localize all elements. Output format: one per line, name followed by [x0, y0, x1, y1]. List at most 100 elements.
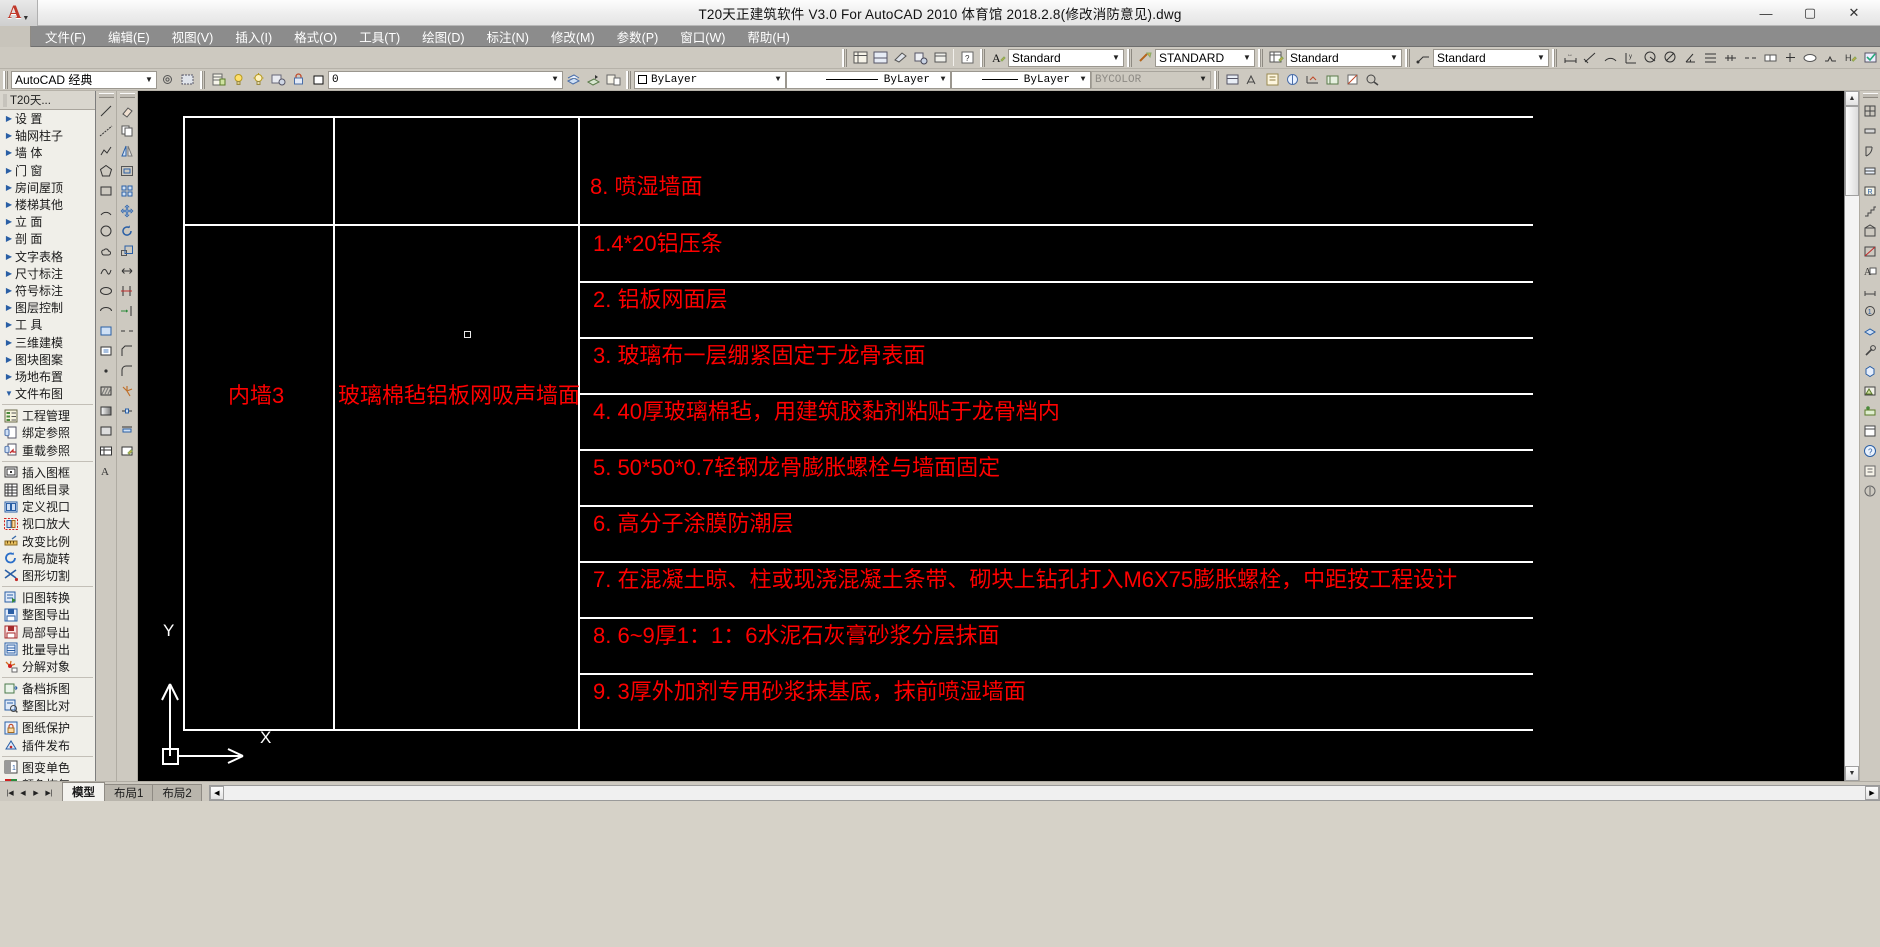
chevron-down-icon[interactable]: ▼: [1240, 50, 1254, 66]
tz-elevation-icon[interactable]: [1860, 221, 1880, 241]
dim-linear-icon[interactable]: ↔: [1560, 48, 1580, 68]
palette-tree-item-door-window[interactable]: ▶ 门 窗: [0, 162, 95, 179]
tz-section-icon[interactable]: [1860, 241, 1880, 261]
canvas-horizontal-scrollbar[interactable]: ◀ ▶: [208, 785, 1880, 801]
lineweight-combo[interactable]: ByLayer ▼: [951, 70, 1091, 89]
copy-icon[interactable]: [117, 121, 137, 141]
tz-text-table-icon[interactable]: A: [1860, 261, 1880, 281]
layer-properties-icon[interactable]: [850, 48, 870, 68]
chamfer-icon[interactable]: [117, 341, 137, 361]
polygon-icon[interactable]: [96, 161, 116, 181]
tianzheng-tool-3-icon[interactable]: [1262, 70, 1282, 90]
mleader-style-icon[interactable]: [1413, 48, 1433, 68]
scroll-up-button[interactable]: ▲: [1845, 91, 1859, 106]
layer-lock-icon[interactable]: [288, 70, 308, 90]
layer-unisolate-icon[interactable]: ?: [957, 48, 977, 68]
tianzheng-tool-5-icon[interactable]: [1302, 70, 1322, 90]
tz-dimension-icon[interactable]: [1860, 281, 1880, 301]
toolbar-grip[interactable]: [1552, 48, 1557, 67]
chevron-down-icon[interactable]: ▼: [1076, 72, 1090, 88]
tab-layout2[interactable]: 布局2: [152, 784, 202, 801]
close-button[interactable]: ✕: [1832, 1, 1876, 25]
trim-icon[interactable]: [117, 281, 137, 301]
menu-item-dimension[interactable]: 标注(N): [476, 25, 540, 48]
palette-cmd-project-manager[interactable]: 工程管理: [0, 407, 95, 424]
layer-color-swatch-icon[interactable]: [308, 70, 328, 90]
palette-cmd-export-all[interactable]: 整图导出: [0, 606, 95, 623]
maximize-button[interactable]: ▢: [1788, 1, 1832, 25]
palette-tree-item-stair-other[interactable]: ▶ 楼梯其他: [0, 196, 95, 213]
tz-layer-icon[interactable]: [1860, 321, 1880, 341]
align-icon[interactable]: [117, 421, 137, 441]
scroll-down-button[interactable]: ▼: [1845, 766, 1859, 781]
palette-cmd-restore-color[interactable]: 颜色恢复: [0, 776, 95, 781]
dim-radius-icon[interactable]: [1640, 48, 1660, 68]
palette-cmd-export-part[interactable]: 局部导出: [0, 623, 95, 640]
fillet-icon[interactable]: [117, 361, 137, 381]
linetype-combo[interactable]: ByLayer ▼: [786, 70, 951, 89]
explode-icon[interactable]: [117, 381, 137, 401]
extend-icon[interactable]: [117, 301, 137, 321]
chevron-down-icon[interactable]: ▼: [1387, 50, 1401, 66]
palette-cmd-convert-old[interactable]: 旧图转换: [0, 589, 95, 606]
tab-nav-next[interactable]: ▶: [30, 785, 42, 801]
tz-extra-2-icon[interactable]: [1860, 481, 1880, 501]
palette-cmd-zoom-viewport[interactable]: 视口放大: [0, 515, 95, 532]
tz-room-icon[interactable]: R: [1860, 181, 1880, 201]
palette-grip[interactable]: [3, 93, 7, 107]
insert-block-icon[interactable]: [96, 321, 116, 341]
dim-style-combo[interactable]: STANDARD ▼: [1155, 48, 1255, 67]
menu-item-insert[interactable]: 插入(I): [224, 25, 283, 48]
chevron-down-icon[interactable]: ▼: [1109, 50, 1123, 66]
menu-item-parametric[interactable]: 参数(P): [606, 25, 670, 48]
palette-cmd-reload-xref[interactable]: 重载参照: [0, 442, 95, 459]
mirror-icon[interactable]: [117, 141, 137, 161]
palette-title-bar[interactable]: T20天...: [0, 91, 95, 110]
layer-previous-state-icon[interactable]: [583, 70, 603, 90]
menu-item-draw[interactable]: 绘图(D): [411, 25, 475, 48]
palette-tree-item-3d-modeling[interactable]: ▶ 三维建模: [0, 333, 95, 350]
scale-icon[interactable]: [117, 241, 137, 261]
ellipse-icon[interactable]: [96, 281, 116, 301]
stretch-icon[interactable]: [117, 261, 137, 281]
palette-tree-item-symbol[interactable]: ▶ 符号标注: [0, 282, 95, 299]
tz-tools-icon[interactable]: [1860, 341, 1880, 361]
tab-model[interactable]: 模型: [62, 782, 105, 801]
dim-tolerance-icon[interactable]: [1760, 48, 1780, 68]
workspace-settings-icon[interactable]: [157, 70, 177, 90]
dim-style-icon[interactable]: [1135, 48, 1155, 68]
menu-item-window[interactable]: 窗口(W): [669, 25, 736, 48]
drawing-canvas[interactable]: 8. 喷湿墙面 内墙3 玻璃棉毡铝板网吸声墙面 1.4*20铝压条 2. 铝板网…: [138, 91, 1844, 781]
toolbar-grip[interactable]: [119, 93, 135, 98]
toolbar-grip[interactable]: [842, 48, 847, 67]
dim-ordinate-icon[interactable]: y: [1620, 48, 1640, 68]
region-icon[interactable]: [96, 421, 116, 441]
tab-layout1[interactable]: 布局1: [104, 784, 154, 801]
tz-help-icon[interactable]: ?: [1860, 441, 1880, 461]
tz-extra-1-icon[interactable]: [1860, 461, 1880, 481]
palette-cmd-monochrome[interactable]: 1 图变单色: [0, 759, 95, 776]
tz-file-layout-icon[interactable]: [1860, 421, 1880, 441]
dim-break-icon[interactable]: [1740, 48, 1760, 68]
tz-site-icon[interactable]: [1860, 401, 1880, 421]
palette-tree-item-tools[interactable]: ▶ 工 具: [0, 316, 95, 333]
palette-cmd-explode-object[interactable]: 分解对象: [0, 658, 95, 675]
palette-tree-item-layer-control[interactable]: ▶ 图层控制: [0, 299, 95, 316]
dim-diameter-icon[interactable]: [1660, 48, 1680, 68]
table-icon[interactable]: [96, 441, 116, 461]
tz-door-icon[interactable]: [1860, 141, 1880, 161]
dim-edit-icon[interactable]: H: [1840, 48, 1860, 68]
hatch-icon[interactable]: [96, 381, 116, 401]
make-block-icon[interactable]: [96, 341, 116, 361]
layer-freeze-icon[interactable]: [248, 70, 268, 90]
tab-nav-last[interactable]: ▶|: [43, 785, 55, 801]
menu-item-help[interactable]: 帮助(H): [736, 25, 800, 48]
spline-icon[interactable]: [96, 261, 116, 281]
join-icon[interactable]: [117, 401, 137, 421]
layer-combo[interactable]: 0 ▼: [328, 70, 563, 89]
dim-baseline-icon[interactable]: [1700, 48, 1720, 68]
palette-cmd-insert-frame[interactable]: 插入图框: [0, 464, 95, 481]
multiline-text-icon[interactable]: A: [96, 461, 116, 481]
text-style-combo[interactable]: Standard ▼: [1008, 48, 1124, 67]
line-icon[interactable]: [96, 101, 116, 121]
